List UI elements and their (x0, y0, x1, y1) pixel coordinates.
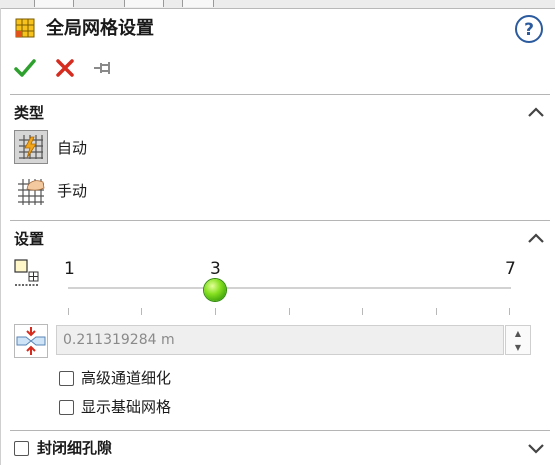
checkmark-icon (14, 59, 36, 77)
auto-mesh-button[interactable] (14, 130, 48, 164)
type-section-title: 类型 (14, 104, 45, 122)
auto-mesh-label: 自动 (57, 139, 88, 157)
close-small-gaps-checkbox[interactable] (14, 441, 29, 456)
tab-strip (0, 0, 555, 9)
panel-title: 全局网格设置 (46, 18, 154, 39)
slider-value-label: 3 (210, 259, 221, 279)
min-gap-size-field[interactable]: 0.211319284 m (56, 325, 504, 355)
close-small-gaps-label: 封闭细孔隙 (37, 439, 113, 457)
auto-mesh-icon (19, 135, 43, 159)
slider-tick (362, 308, 363, 315)
chevron-up-icon[interactable] (526, 104, 546, 118)
pin-button[interactable] (92, 56, 116, 80)
divider (10, 430, 550, 431)
manual-mesh-button[interactable] (14, 174, 48, 208)
spin-down-icon[interactable]: ▼ (506, 340, 530, 354)
divider (10, 220, 550, 221)
advanced-channel-refinement-label: 高级通道细化 (81, 369, 172, 387)
min-gap-icon (14, 324, 48, 358)
slider-handle[interactable] (204, 279, 226, 301)
slider-tick (436, 308, 437, 315)
show-basic-mesh-checkbox[interactable] (59, 400, 74, 415)
slider-tick (289, 308, 290, 315)
accept-button[interactable] (13, 56, 37, 80)
divider (10, 94, 550, 95)
svg-text:?: ? (524, 20, 534, 40)
mesh-level-icon (14, 259, 40, 287)
show-basic-mesh-label: 显示基础网格 (81, 398, 172, 416)
chevron-down-icon[interactable] (526, 440, 546, 454)
spin-up-icon[interactable]: ▲ (506, 326, 530, 340)
tab-configuration-manager[interactable] (182, 0, 214, 7)
advanced-channel-refinement-checkbox[interactable] (59, 371, 74, 386)
chevron-up-icon[interactable] (526, 230, 546, 244)
mesh-settings-icon (14, 17, 36, 39)
slider-tick (215, 308, 216, 315)
pushpin-icon (94, 62, 110, 74)
slider-tick (68, 308, 69, 315)
close-icon (56, 59, 74, 77)
manual-mesh-icon (18, 179, 45, 205)
mesh-level-slider[interactable] (68, 287, 511, 289)
settings-section-title: 设置 (14, 230, 45, 248)
slider-min-label: 1 (64, 259, 75, 279)
slider-tick (141, 308, 142, 315)
panel-left-border (0, 8, 1, 465)
manual-mesh-label: 手动 (57, 182, 88, 200)
min-gap-spinner[interactable]: ▲ ▼ (505, 325, 531, 355)
slider-tick (509, 308, 510, 315)
tab-feature-manager[interactable] (34, 0, 74, 7)
tab-property-manager[interactable] (124, 0, 164, 7)
slider-max-label: 7 (505, 259, 516, 279)
cancel-button[interactable] (53, 56, 77, 80)
help-icon[interactable]: ? (514, 14, 544, 44)
